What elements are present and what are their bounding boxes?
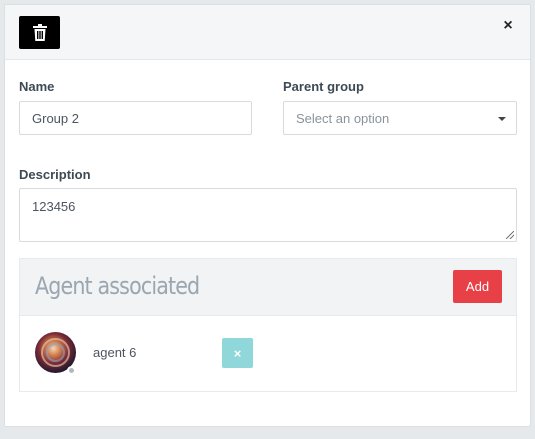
status-indicator xyxy=(67,366,76,375)
chevron-down-icon xyxy=(498,117,506,121)
trash-icon xyxy=(32,24,47,41)
delete-button[interactable] xyxy=(19,16,60,49)
description-textarea[interactable]: 123456 xyxy=(19,188,517,242)
description-label: Description xyxy=(19,167,91,182)
agent-panel-header: Agent associated Add xyxy=(20,259,516,316)
close-icon: × xyxy=(503,17,513,34)
agent-panel-title: Agent associated xyxy=(35,272,200,300)
close-button[interactable]: × xyxy=(500,17,516,34)
description-value: 123456 xyxy=(32,199,76,214)
modal-header: × xyxy=(5,5,530,60)
remove-agent-button[interactable]: × xyxy=(222,338,253,368)
resize-handle-icon[interactable] xyxy=(506,231,514,239)
name-label: Name xyxy=(19,79,55,94)
edit-group-modal: × Name Group 2 Parent group Select an op… xyxy=(4,4,531,427)
add-agent-button[interactable]: Add xyxy=(453,270,502,303)
close-icon: × xyxy=(233,345,242,361)
agent-list-item: agent 6 × xyxy=(20,316,516,391)
agent-associated-panel: Agent associated Add agent 6 × xyxy=(19,258,517,392)
agent-name: agent 6 xyxy=(93,345,137,360)
parent-group-placeholder: Select an option xyxy=(296,110,390,126)
name-input[interactable]: Group 2 xyxy=(19,101,252,135)
name-input-value: Group 2 xyxy=(32,110,79,126)
parent-group-select[interactable]: Select an option xyxy=(283,101,517,135)
parent-group-label: Parent group xyxy=(283,79,364,94)
